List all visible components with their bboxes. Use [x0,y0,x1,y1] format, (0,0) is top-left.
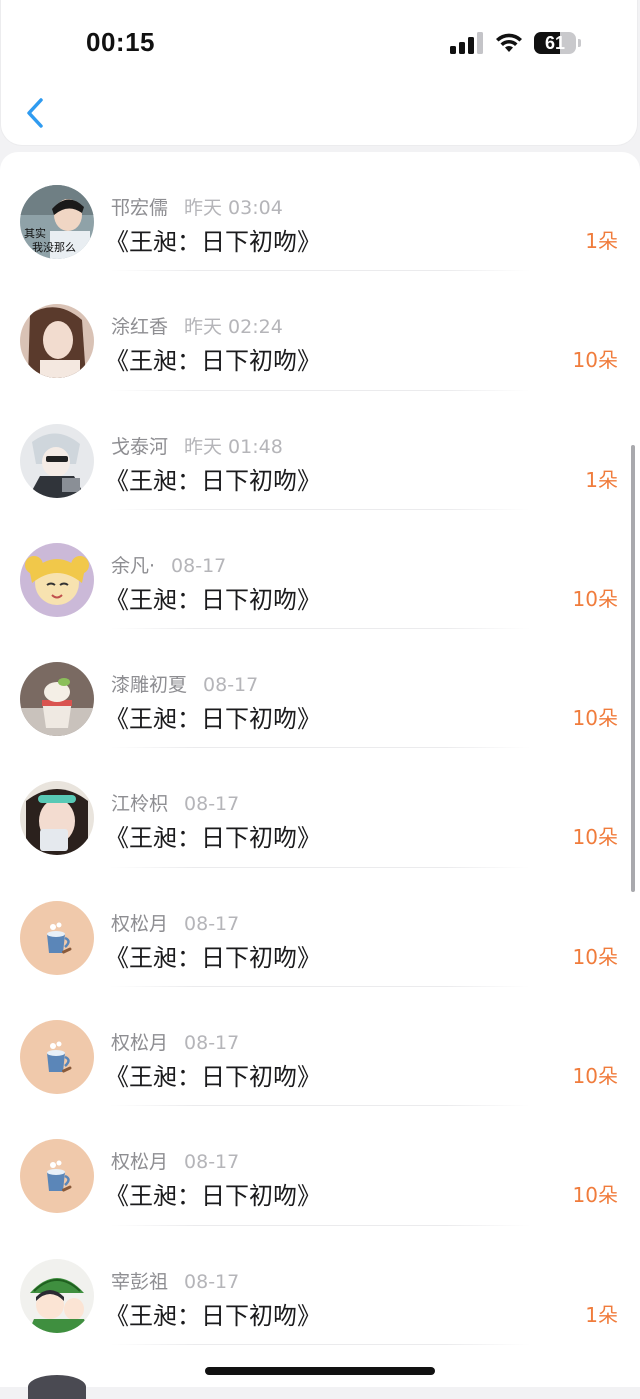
avatar[interactable] [20,423,94,498]
list-item[interactable]: 余凡· 08-17 《王昶：日下初吻》 10朵 [0,510,640,630]
work-title: 《王昶：日下初吻》 [105,1301,321,1330]
timestamp: 昨天 03:04 [184,197,283,219]
work-title: 《王昶：日下初吻》 [105,466,321,495]
flower-count: 1朵 [585,229,618,253]
avatar[interactable]: 其实 我没那么 [20,185,94,259]
avatar[interactable] [20,304,94,379]
timestamp: 08-17 [203,674,259,697]
timestamp: 08-17 [184,1032,240,1055]
avatar-caption-2: 我没那么 [32,241,76,254]
flower-count: 10朵 [572,586,618,611]
back-button[interactable] [19,92,53,134]
user-name[interactable]: 余凡· [111,555,155,577]
row-meta: 权松月 08-17 [111,1028,239,1055]
work-title: 《王昶：日下初吻》 [105,1182,321,1211]
work-title: 《王昶：日下初吻》 [105,705,321,734]
flower-count: 10朵 [572,944,618,969]
user-name[interactable]: 戈泰河 [111,436,168,458]
timestamp: 昨天 01:48 [184,435,283,458]
row-meta: 权松月 08-17 [111,1147,239,1174]
work-title: 《王昶：日下初吻》 [105,228,321,256]
avatar-caption-1: 其实 [24,226,46,240]
battery-icon: 61 [534,32,576,54]
work-title: 《王昶：日下初吻》 [105,824,321,853]
avatar[interactable] [20,542,94,617]
list-item[interactable]: 权松月 08-17 《王昶：日下初吻》 10朵 [0,868,640,988]
row-meta: 涂红香 昨天 02:24 [111,312,283,339]
chevron-left-icon [27,98,43,128]
timestamp: 昨天 02:24 [184,316,283,339]
list-item[interactable]: 涂红香 昨天 02:24 《王昶：日下初吻》 10朵 [0,271,640,391]
list-item[interactable]: 江柃枳 08-17 《王昶：日下初吻》 10朵 [0,748,640,868]
avatar[interactable] [20,1139,94,1214]
flower-count: 10朵 [572,1183,618,1208]
list-item[interactable]: 权松月 08-17 《王昶：日下初吻》 10朵 [0,1106,640,1226]
avatar[interactable] [20,1258,94,1333]
nav-header: 00:15 61 [0,0,638,146]
user-name[interactable]: 涂红香 [111,316,168,338]
work-title: 《王昶：日下初吻》 [105,585,321,614]
row-meta: 权松月 08-17 [111,909,239,936]
row-meta: 余凡· 08-17 [111,551,226,578]
flower-count: 1朵 [585,467,618,492]
timestamp: 08-17 [184,1270,240,1293]
next-row-avatar [28,1375,86,1399]
list-item[interactable]: 宰彭祖 08-17 《王昶：日下初吻》 1朵 [0,1226,640,1345]
list-item[interactable]: 戈泰河 昨天 01:48 《王昶：日下初吻》 1朵 [0,391,640,510]
work-title: 《王昶：日下初吻》 [105,1063,321,1092]
flower-count: 10朵 [572,825,618,850]
gift-list[interactable]: 其实 我没那么 邗宏儒 昨天 03:04 《王昶：日下初吻》 1朵 涂红香 昨天 0… [0,152,640,1387]
user-name[interactable]: 邗宏儒 [111,197,168,219]
user-name[interactable]: 权松月 [111,913,168,935]
avatar[interactable] [20,662,94,737]
divider [110,1343,530,1345]
work-title: 《王昶：日下初吻》 [105,347,321,376]
row-meta: 戈泰河 昨天 01:48 [111,432,283,459]
row-meta: 邗宏儒 昨天 03:04 [111,193,283,220]
status-time: 00:15 [86,27,155,57]
user-name[interactable]: 江柃枳 [111,793,168,815]
timestamp: 08-17 [184,793,240,816]
row-meta: 宰彭祖 08-17 [111,1267,239,1294]
signal-icon [450,32,483,54]
timestamp: 08-17 [184,912,240,935]
scrollbar[interactable] [631,445,635,892]
flower-count: 10朵 [572,706,618,731]
avatar[interactable] [20,781,94,856]
wifi-icon [496,33,522,52]
flower-count: 10朵 [572,1064,618,1089]
work-title: 《王昶：日下初吻》 [105,943,321,972]
avatar[interactable] [20,900,94,975]
list-item[interactable]: 权松月 08-17 《王昶：日下初吻》 10朵 [0,987,640,1107]
timestamp: 08-17 [171,554,227,577]
timestamp: 08-17 [184,1151,240,1174]
row-meta: 江柃枳 08-17 [111,789,239,816]
user-name[interactable]: 权松月 [111,1032,168,1054]
user-name[interactable]: 漆雕初夏 [111,674,187,696]
flower-count: 1朵 [585,1302,618,1327]
battery-level: 61 [544,33,566,53]
home-indicator[interactable] [205,1367,435,1375]
row-meta: 漆雕初夏 08-17 [111,670,258,697]
status-icons: 61 [450,30,581,56]
user-name[interactable]: 权松月 [111,1151,168,1173]
list-item[interactable]: 漆雕初夏 08-17 《王昶：日下初吻》 10朵 [0,629,640,749]
user-name[interactable]: 宰彭祖 [111,1271,168,1293]
avatar[interactable] [20,1020,94,1095]
flower-count: 10朵 [572,348,618,373]
list-item[interactable]: 其实 我没那么 邗宏儒 昨天 03:04 《王昶：日下初吻》 1朵 [0,152,640,272]
